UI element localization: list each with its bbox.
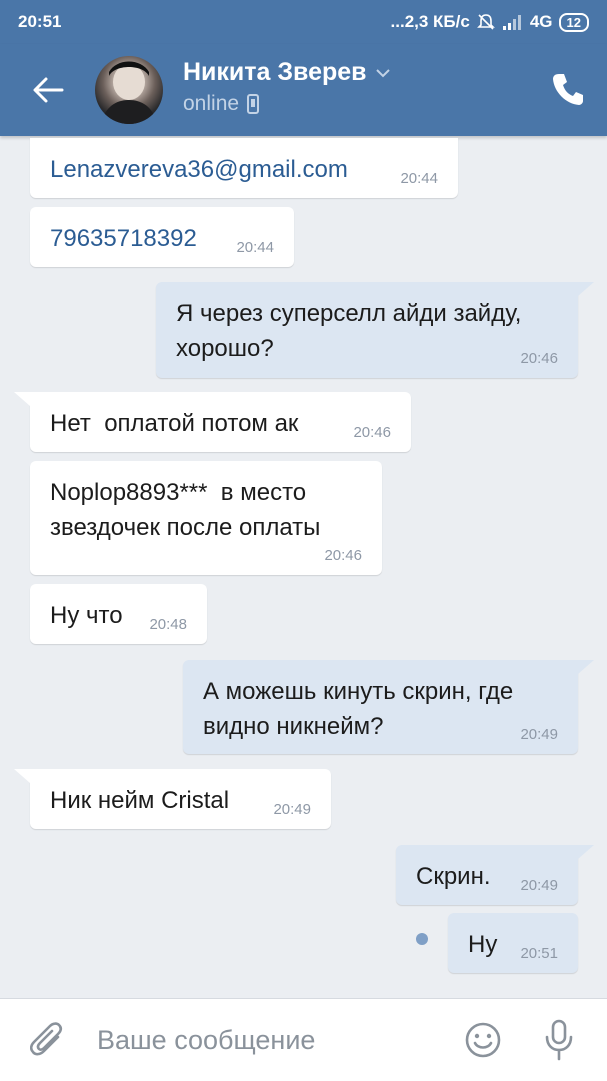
silent-bell-icon: [476, 14, 495, 30]
status-indicators: ...2,3 КБ/с 4G 12: [391, 12, 589, 32]
bubble-tail: [14, 392, 30, 406]
message-time: 20:46: [520, 350, 558, 367]
phone-icon: [553, 74, 583, 105]
microphone-icon[interactable]: [543, 1019, 575, 1061]
message-bubble-outgoing[interactable]: А можешь кинуть скрин, где видно никнейм…: [183, 660, 594, 754]
message-text: А можешь кинуть скрин, где видно никнейм…: [203, 678, 514, 740]
signal-icon: [502, 15, 521, 30]
message-time: 20:49: [520, 726, 558, 743]
back-button[interactable]: [28, 72, 68, 108]
message-bubble-outgoing[interactable]: Скрин. 20:49: [396, 845, 594, 905]
avatar[interactable]: [95, 56, 163, 124]
message-bubble-incoming[interactable]: Noplop8893*** в место звездочек после оп…: [30, 461, 382, 575]
message-input[interactable]: Ваше сообщение: [97, 1025, 315, 1056]
presence-status: online: [183, 92, 260, 116]
message-time: 20:51: [520, 945, 558, 962]
message-bubble-outgoing[interactable]: Я через суперселл айди зайду, хорошо? 20…: [156, 282, 594, 378]
message-bubble-incoming[interactable]: 79635718392 20:44: [30, 207, 294, 267]
message-time: 20:44: [236, 239, 274, 256]
message-time: 20:49: [520, 877, 558, 894]
avatar-image: [101, 61, 157, 124]
network-type: 4G: [529, 12, 553, 31]
message-time: 20:46: [324, 547, 362, 564]
battery-indicator: 12: [558, 12, 589, 32]
chat-header: Никита Зверев online: [0, 44, 607, 136]
bubble-tail: [578, 282, 594, 296]
message-text: Скрин.: [416, 863, 491, 890]
message-time: 20:48: [149, 616, 187, 633]
chevron-down-icon: [375, 68, 390, 77]
message-time: 20:49: [273, 801, 311, 818]
bubble-tail: [14, 769, 30, 783]
status-time: 20:51: [18, 12, 62, 31]
message-text: Нет оплатой потом ак: [50, 410, 299, 437]
message-bubble-incoming[interactable]: Lenazvereva36@gmail.com 20:44: [30, 138, 458, 198]
message-bubble-outgoing[interactable]: Ну 20:51: [448, 913, 578, 973]
message-text: Я через суперселл айди зайду, хорошо?: [176, 300, 522, 362]
message-bubble-incoming[interactable]: Ну что 20:48: [30, 584, 207, 644]
network-speed: ...2,3 КБ/с: [390, 12, 470, 31]
contact-name[interactable]: Никита Зверев: [183, 58, 391, 87]
bubble-tail: [578, 845, 594, 859]
call-button[interactable]: [552, 72, 584, 106]
back-arrow-icon: [33, 77, 64, 103]
attach-icon[interactable]: [30, 1021, 66, 1061]
message-text: Ну: [468, 931, 498, 958]
message-time: 20:44: [400, 170, 438, 187]
unread-indicator: [416, 933, 428, 945]
message-time: 20:46: [353, 424, 391, 441]
mobile-device-icon: [247, 94, 260, 114]
contact-name-text: Никита Зверев: [183, 58, 367, 86]
bubble-tail: [578, 660, 594, 674]
message-composer: Ваше сообщение: [0, 998, 607, 1081]
status-bar: 20:51 ...2,3 КБ/с 4G 12: [0, 0, 607, 44]
emoji-icon[interactable]: [464, 1021, 502, 1059]
message-bubble-incoming[interactable]: Нет оплатой потом ак 20:46: [14, 392, 411, 452]
presence-text: online: [183, 92, 240, 115]
message-bubble-incoming[interactable]: Ник нейм Cristal 20:49: [14, 769, 331, 829]
message-text: Noplop8893*** в место звездочек после оп…: [50, 479, 321, 541]
message-text[interactable]: 79635718392: [50, 225, 197, 252]
message-text[interactable]: Lenazvereva36@gmail.com: [50, 156, 348, 183]
message-text: Ну что: [50, 602, 123, 629]
message-text: Ник нейм Cristal: [50, 787, 230, 814]
